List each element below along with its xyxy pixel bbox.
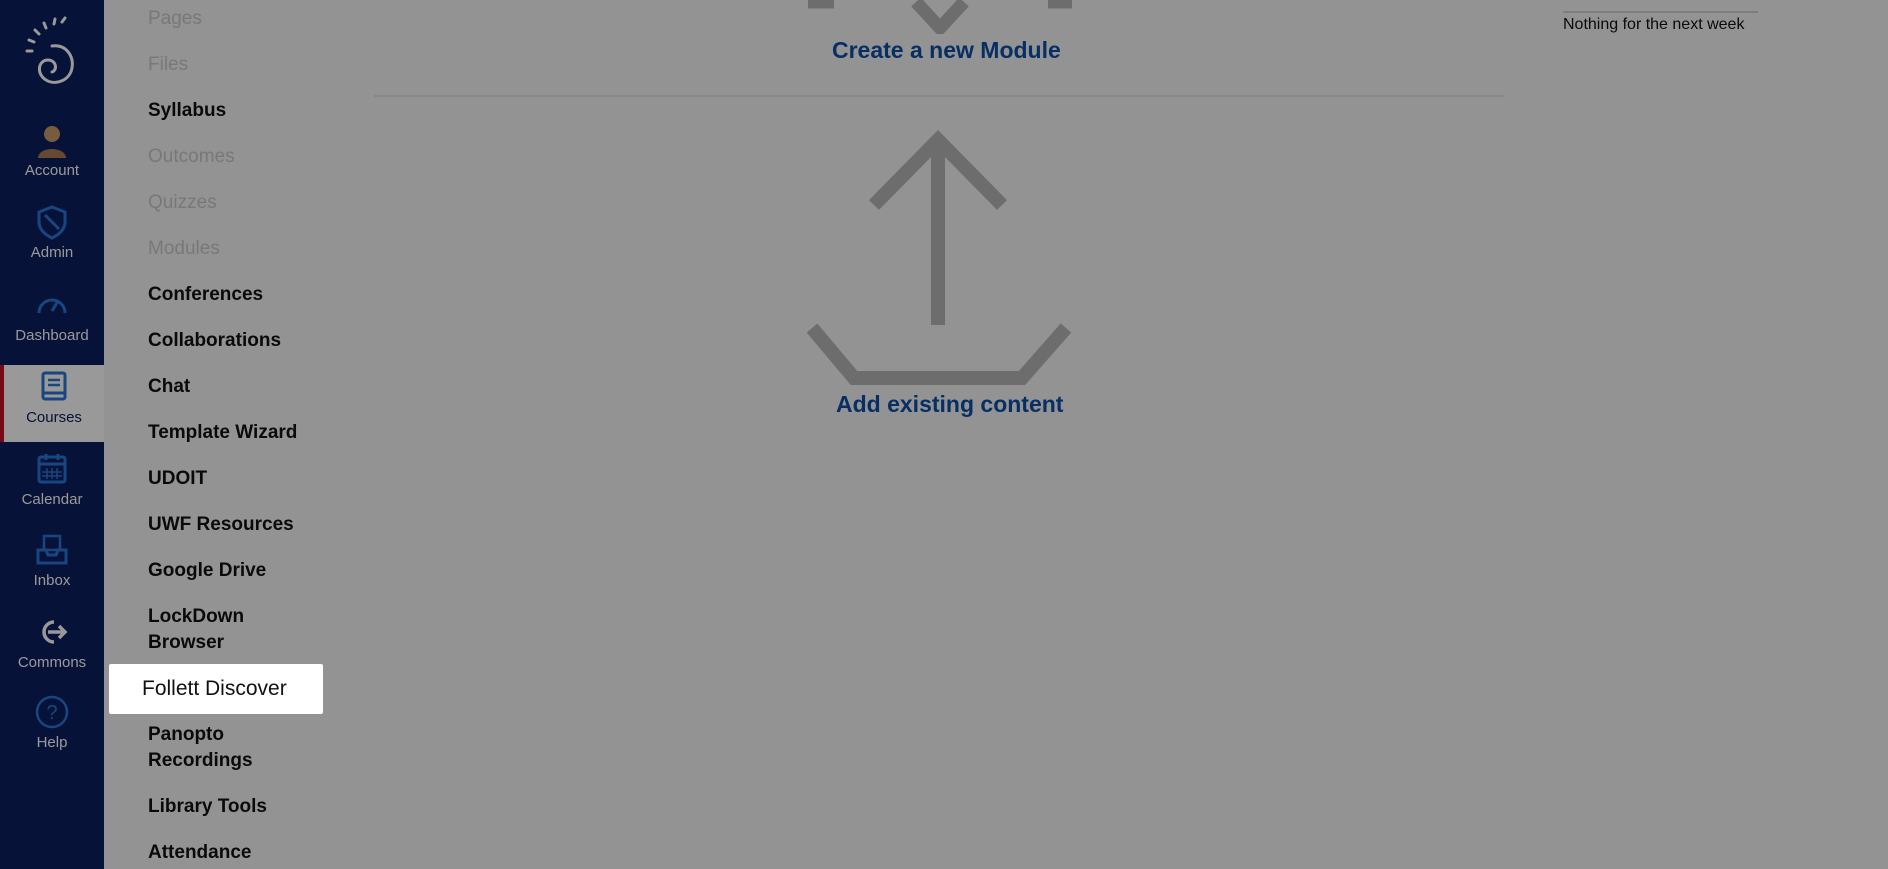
global-nav-help[interactable]: ? Help <box>0 690 104 766</box>
global-nav-inbox[interactable]: Inbox <box>0 528 104 604</box>
course-nav-template-wizard[interactable]: Template Wizard <box>148 420 328 446</box>
course-nav-attendance[interactable]: Attendance <box>148 840 328 866</box>
upcoming-empty-text: Nothing for the next week <box>1563 16 1745 33</box>
canvas-logo-icon[interactable] <box>22 16 82 94</box>
inbox-icon <box>36 534 68 565</box>
global-nav-admin-label: Admin <box>30 244 74 261</box>
course-nav-outcomes[interactable]: Outcomes <box>148 144 328 170</box>
create-module-link[interactable]: Create a new Module <box>832 37 1061 64</box>
section-divider <box>374 95 1504 97</box>
course-nav-google-drive[interactable]: Google Drive <box>148 558 328 584</box>
add-existing-content-link[interactable]: Add existing content <box>836 391 1063 418</box>
help-question-icon: ? <box>35 695 69 729</box>
course-nav-modules[interactable]: Modules <box>148 236 328 262</box>
course-nav-syllabus[interactable]: Syllabus <box>148 98 328 124</box>
global-nav: Account Admin Dashboard Courses Calendar… <box>0 0 104 869</box>
course-nav-collaborations[interactable]: Collaborations <box>148 328 328 354</box>
global-nav-calendar[interactable]: Calendar <box>0 447 104 523</box>
global-nav-inbox-label: Inbox <box>33 572 71 589</box>
global-nav-account[interactable]: Account <box>0 118 104 194</box>
svg-text:?: ? <box>46 702 57 724</box>
commons-arrow-icon <box>42 620 68 644</box>
global-nav-account-label: Account <box>24 162 80 179</box>
course-nav-udoit[interactable]: UDOIT <box>148 466 328 492</box>
course-nav-quizzes[interactable]: Quizzes <box>148 190 328 216</box>
calendar-icon <box>37 454 67 484</box>
global-nav-calendar-label: Calendar <box>21 491 83 508</box>
course-nav-library-tools[interactable]: Library Tools <box>148 794 328 820</box>
global-nav-admin[interactable]: Admin <box>0 200 104 276</box>
global-nav-help-label: Help <box>36 734 68 751</box>
create-module-tray-icon <box>808 0 1072 34</box>
global-nav-dashboard[interactable]: Dashboard <box>0 283 104 359</box>
global-nav-courses[interactable]: Courses <box>0 365 104 442</box>
course-nav-panopto-recordings[interactable]: Panopto Recordings <box>148 722 308 774</box>
global-nav-commons-label: Commons <box>17 654 87 671</box>
course-nav-follett-discover[interactable]: Follett Discover <box>109 664 323 714</box>
global-nav-dashboard-label: Dashboard <box>15 327 89 344</box>
course-nav-lockdown-browser[interactable]: LockDown Browser <box>148 604 258 656</box>
course-nav-conferences[interactable]: Conferences <box>148 282 328 308</box>
courses-book-icon <box>41 371 67 401</box>
main-content: Create a new Module Add existing content <box>344 0 1534 869</box>
sidebar-divider <box>1563 11 1758 13</box>
dashboard-gauge-icon <box>37 298 67 314</box>
course-nav-chat[interactable]: Chat <box>148 374 328 400</box>
course-nav: Pages Files Syllabus Outcomes Quizzes Mo… <box>104 0 344 869</box>
course-nav-files[interactable]: Files <box>148 52 328 78</box>
user-avatar-icon <box>38 126 66 158</box>
upload-arrow-icon <box>806 130 1072 385</box>
global-nav-courses-label: Courses <box>26 409 82 426</box>
course-nav-pages[interactable]: Pages <box>148 6 328 32</box>
course-nav-uwf-resources[interactable]: UWF Resources <box>148 512 328 538</box>
right-sidebar: Nothing for the next week <box>1563 0 1863 869</box>
admin-shield-icon <box>37 205 67 240</box>
global-nav-commons[interactable]: Commons <box>0 610 104 686</box>
follett-discover-label: Follett Discover <box>142 677 287 700</box>
